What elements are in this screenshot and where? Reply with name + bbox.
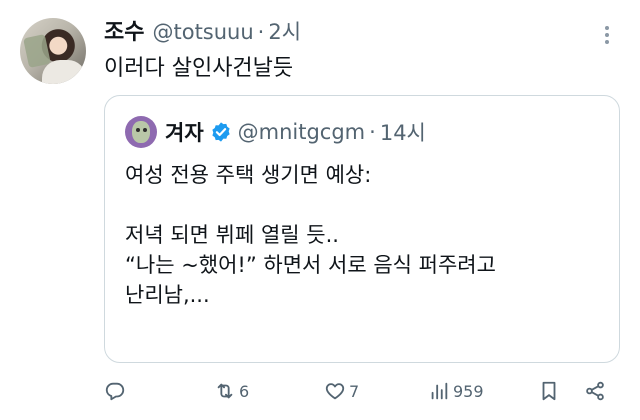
heart-icon — [325, 383, 345, 400]
tweet-text: 이러다 살인사건날듯 — [104, 56, 294, 81]
views-button[interactable]: 959 — [428, 380, 484, 402]
share-icon — [586, 381, 604, 401]
bookmark-button[interactable] — [538, 380, 560, 402]
author-handle[interactable]: @totsuuu — [152, 20, 253, 44]
quoted-text-line: 여성 전용 주택 생기면 예상: — [125, 163, 372, 187]
repost-icon — [217, 383, 233, 399]
quoted-text-line: “나는 ~했어!” 하면서 서로 음식 퍼주려고 — [125, 253, 496, 277]
separator-dot: · — [369, 120, 376, 144]
quoted-tweet-time: 14시 — [379, 121, 426, 145]
more-options-icon[interactable] — [600, 24, 614, 46]
quoted-tweet-header: 겨자 @mnitgcgm · 14시 — [125, 116, 426, 148]
repost-count: 6 — [239, 381, 250, 401]
share-button[interactable] — [584, 380, 606, 402]
quoted-tweet[interactable]: 겨자 @mnitgcgm · 14시 여성 전용 주택 생기면 예상: 저녁 되… — [104, 95, 620, 363]
verified-badge-icon — [212, 122, 230, 142]
quoted-text-line: 난리남,... — [125, 283, 210, 307]
quoted-author-avatar — [125, 116, 157, 148]
author-avatar[interactable] — [20, 18, 86, 84]
author-name[interactable]: 조수 — [104, 14, 144, 46]
like-count: 7 — [349, 381, 360, 401]
quoted-tweet-text: 여성 전용 주택 생기면 예상: 저녁 되면 뷔페 열릴 듯.. “나는 ~했어… — [125, 160, 496, 310]
reply-button[interactable] — [104, 380, 126, 402]
quoted-text-line — [125, 190, 496, 220]
tweet-time[interactable]: 2시 — [268, 16, 301, 46]
quoted-author-handle: @mnitgcgm — [237, 120, 366, 144]
quoted-text-line: 저녁 되면 뷔페 열릴 듯.. — [125, 223, 339, 247]
avatar-object — [23, 34, 51, 68]
reply-icon — [105, 382, 125, 401]
action-bar: 6 7 959 — [0, 376, 640, 408]
quoted-author-name: 겨자 — [165, 121, 204, 145]
like-button[interactable]: 7 — [324, 380, 359, 402]
tweet-header: 조수 @totsuuu · 2시 — [104, 14, 301, 46]
views-icon — [431, 382, 448, 400]
avatar-shirt — [42, 60, 86, 84]
bookmark-icon — [542, 381, 556, 401]
views-count: 959 — [453, 381, 484, 401]
separator-dot: · — [257, 20, 265, 44]
repost-button[interactable]: 6 — [214, 380, 249, 402]
